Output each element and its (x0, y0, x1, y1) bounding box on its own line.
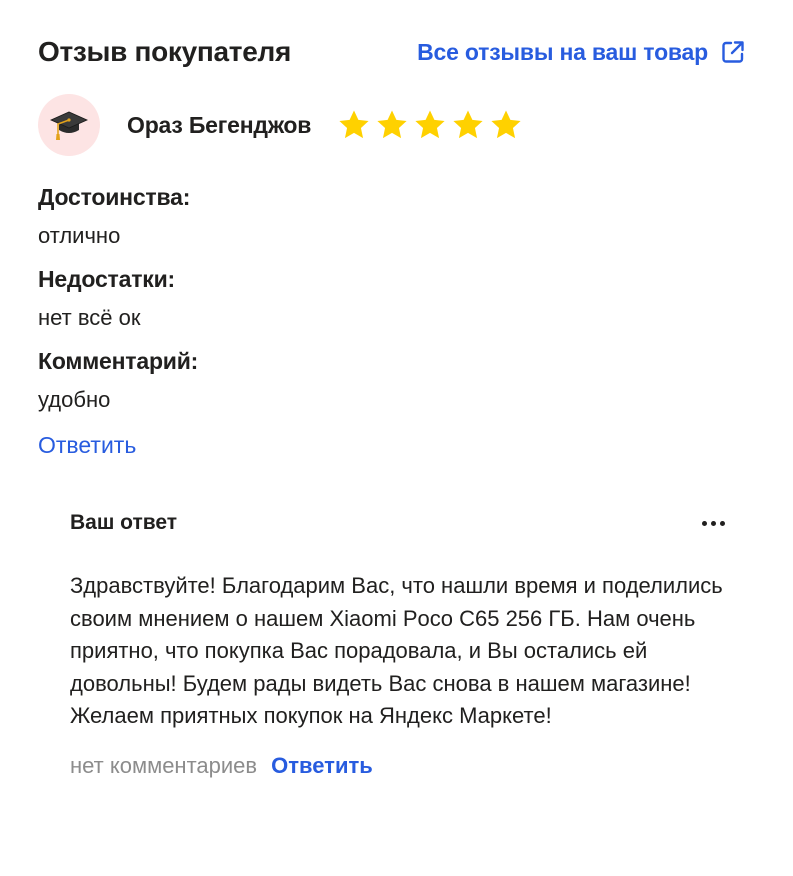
answer-text: Здравствуйте! Благодарим Вас, что нашли … (70, 573, 723, 728)
answer-header: Ваш ответ (70, 506, 746, 540)
pros-label: Достоинства: (38, 184, 191, 210)
graduation-cap-icon (50, 111, 88, 140)
star-icon (377, 110, 407, 139)
more-options-button[interactable] (696, 511, 730, 535)
star-icon (415, 110, 445, 139)
comment-label: Комментарий: (38, 348, 199, 374)
all-reviews-link[interactable]: Все отзывы на ваш товар (417, 39, 746, 66)
external-link-icon (722, 41, 744, 63)
star-icon (339, 110, 369, 139)
more-horizontal-icon (701, 520, 707, 526)
cons-label: Недостатки: (38, 266, 175, 292)
review-header: Отзыв покупателя Все отзывы на ваш товар (38, 30, 746, 74)
pros-value: отлично (38, 223, 121, 248)
answer-footer: нет комментариев Ответить (70, 753, 746, 779)
star-icon (453, 110, 483, 139)
star-icon (491, 110, 521, 139)
answer-title: Ваш ответ (70, 511, 178, 534)
review-author-row: Ораз Бегенджов (38, 94, 523, 156)
page-title: Отзыв покупателя (38, 36, 292, 67)
reply-to-answer-link[interactable]: Ответить (271, 753, 373, 779)
avatar (38, 94, 100, 156)
more-horizontal-icon-dot (719, 520, 725, 526)
all-reviews-link-label: Все отзывы на ваш товар (417, 38, 708, 65)
reply-to-review-link[interactable]: Ответить (38, 432, 136, 459)
cons-value: нет всё ок (38, 305, 141, 330)
author-name: Ораз Бегенджов (127, 111, 312, 138)
no-comments-text: нет комментариев (70, 752, 258, 778)
seller-answer: Ваш ответ Здравствуйте! Благодарим Вас, … (70, 506, 746, 779)
star-rating (337, 108, 523, 142)
more-horizontal-icon-dot (710, 520, 716, 526)
comment-value: удобно (38, 387, 111, 412)
